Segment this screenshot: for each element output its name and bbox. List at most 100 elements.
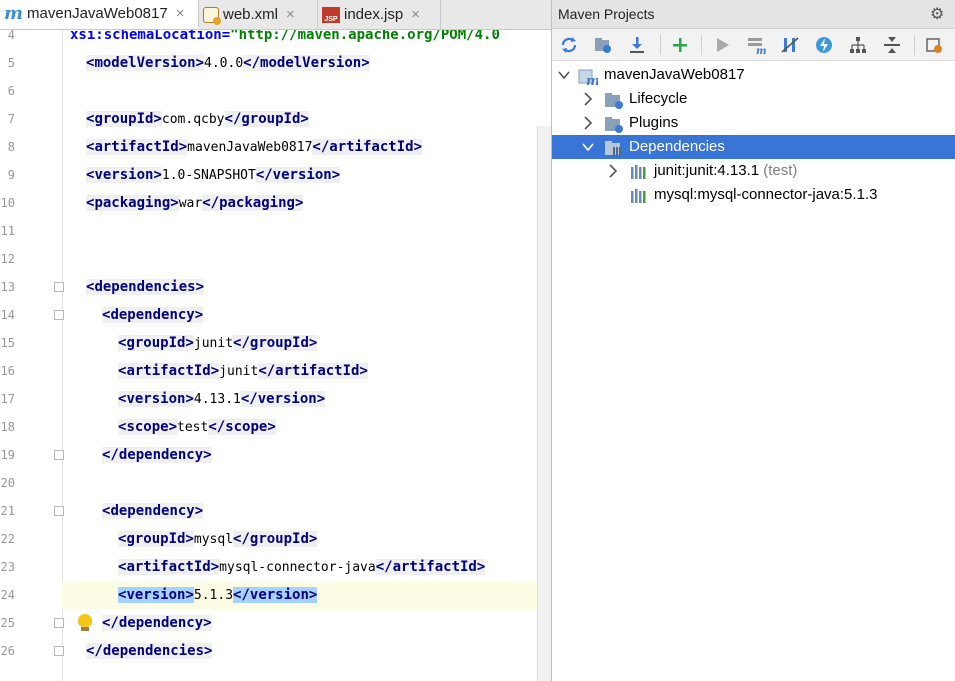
code-line[interactable]: <version>5.1.3</version> (62, 581, 551, 609)
generate-sources-icon[interactable] (591, 33, 615, 57)
download-icon[interactable] (625, 33, 649, 57)
lightbulb-icon[interactable] (78, 614, 92, 632)
code-line[interactable]: <groupId>junit</groupId> (62, 329, 551, 357)
tag-bracket: > (413, 139, 422, 155)
tag-bracket: > (153, 111, 162, 127)
tag-name: version (272, 167, 332, 183)
tree-item-project[interactable]: m mavenJavaWeb0817 (552, 63, 955, 89)
line-number: 25 (0, 616, 15, 630)
xml-close-tag: </groupId> (233, 335, 318, 351)
reimport-icon[interactable] (557, 33, 581, 57)
maven-m-icon: m (4, 2, 24, 24)
tab-web-xml[interactable]: web.xml × (199, 0, 318, 29)
code-line[interactable] (62, 245, 551, 273)
chevron-down-icon[interactable] (558, 68, 570, 82)
code-line[interactable]: <groupId>com.qcby</groupId> (62, 105, 551, 133)
tag-name: artifactId (94, 139, 179, 155)
code-line[interactable]: <dependencies> (62, 273, 551, 301)
tree-item-label: junit:junit:4.13.1 (test) (654, 162, 797, 179)
xml-close-tag: </artifactId> (375, 559, 486, 575)
tree-item-label: Plugins (629, 114, 679, 131)
tag-bracket: > (294, 195, 304, 211)
xml-text-value: 5.1.3 (193, 588, 234, 603)
panel-title: Maven Projects (558, 6, 655, 22)
tree-item-dependency-mysql[interactable]: mysql:mysql-connector-java:5.1.3 (552, 183, 955, 207)
xml-open-tag: <dependency> (102, 307, 204, 323)
code-line[interactable]: <artifactId>junit</artifactId> (62, 357, 551, 385)
tab-mavenjavaweb0817[interactable]: m mavenJavaWeb0817 × (0, 0, 199, 29)
line-number: 5 (7, 56, 15, 70)
line-number: 22 (0, 532, 15, 546)
code-line[interactable] (62, 77, 551, 105)
xml-open-tag: <version> (118, 587, 194, 603)
collapse-all-icon[interactable] (880, 33, 904, 57)
line-number: 17 (0, 392, 15, 406)
gear-icon[interactable]: ⚙ (930, 4, 944, 24)
close-icon[interactable]: × (176, 5, 185, 22)
code-line[interactable]: </dependency> (62, 609, 551, 637)
code-line[interactable]: </dependency> (62, 441, 551, 469)
code-line[interactable]: <artifactId>mysql-connector-java</artifa… (62, 553, 551, 581)
settings-icon[interactable] (922, 33, 946, 57)
tree-item-lifecycle[interactable]: Lifecycle (552, 87, 955, 111)
show-dependencies-icon[interactable] (846, 33, 870, 57)
tree-item-dependency-junit[interactable]: junit:junit:4.13.1 (test) (552, 159, 955, 183)
code-editor[interactable]: 4 xsi:schemaLocation="http://maven.apache… (0, 30, 551, 681)
tag-bracket: > (210, 559, 220, 575)
tab-index-jsp[interactable]: JSP index.jsp × (318, 0, 441, 29)
code-line[interactable]: </dependencies> (62, 637, 551, 665)
xml-open-tag: <modelVersion> (86, 55, 205, 71)
maven-project-icon: m (578, 66, 600, 89)
tree-item-plugins[interactable]: Plugins (552, 111, 955, 135)
code-line[interactable]: <dependency> (62, 497, 551, 525)
tag-bracket: </ (258, 363, 276, 379)
xml-open-tag: <scope> (118, 419, 178, 435)
dependency-scope: (test) (763, 162, 798, 179)
code-line[interactable] (62, 469, 551, 497)
tag-bracket: > (195, 279, 205, 295)
close-icon[interactable]: × (411, 6, 420, 23)
code-line[interactable]: <version>1.0-SNAPSHOT</version> (62, 161, 551, 189)
chevron-down-icon[interactable] (582, 140, 594, 154)
line-number: 18 (0, 420, 15, 434)
xml-close-tag: </packaging> (202, 195, 304, 211)
code-line[interactable]: <artifactId>mavenJavaWeb0817</artifactId… (62, 133, 551, 161)
chevron-right-icon[interactable] (582, 92, 594, 106)
xml-open-tag: <artifactId> (86, 139, 188, 155)
run-icon[interactable] (710, 33, 734, 57)
execute-goal-icon[interactable]: m (744, 33, 768, 57)
line-number: 8 (7, 140, 15, 154)
code-line[interactable]: <version>4.13.1</version> (62, 385, 551, 413)
tag-name: groupId (249, 335, 309, 351)
code-line[interactable]: <packaging>war</packaging> (62, 189, 551, 217)
skip-tests-icon[interactable] (812, 33, 836, 57)
code-line[interactable]: <modelVersion>4.0.0</modelVersion> (62, 49, 551, 77)
tree-item-dependencies[interactable]: Dependencies (552, 135, 955, 159)
line-number: 9 (7, 168, 15, 182)
code-line[interactable] (62, 217, 551, 245)
tag-name: packaging (94, 195, 171, 211)
code-line[interactable]: <scope>test</scope> (62, 413, 551, 441)
line-number: 16 (0, 364, 15, 378)
tag-bracket: > (308, 335, 318, 351)
vertical-scrollbar[interactable] (537, 126, 551, 681)
add-icon[interactable] (668, 33, 692, 57)
tag-bracket: </ (233, 335, 250, 351)
xml-text-value: war (178, 196, 203, 211)
chevron-right-icon[interactable] (607, 164, 619, 178)
tag-bracket: > (203, 447, 212, 463)
chevron-right-icon[interactable] (582, 116, 594, 130)
close-icon[interactable]: × (286, 6, 295, 23)
code-line[interactable]: xsi:schemaLocation="http://maven.apache.… (62, 30, 551, 49)
tag-bracket: > (168, 419, 178, 435)
tag-bracket: </ (243, 55, 261, 71)
tag-name: version (126, 587, 186, 603)
xml-open-tag: <version> (118, 391, 194, 407)
tag-name: version (126, 391, 186, 407)
code-line[interactable]: <dependency> (62, 301, 551, 329)
xml-close-tag: </version> (240, 391, 326, 407)
tree-item-label: mysql:mysql-connector-java:5.1.3 (654, 186, 878, 203)
code-line[interactable]: <groupId>mysql</groupId> (62, 525, 551, 553)
toggle-offline-icon[interactable] (778, 33, 802, 57)
xml-open-tag: <packaging> (86, 195, 179, 211)
